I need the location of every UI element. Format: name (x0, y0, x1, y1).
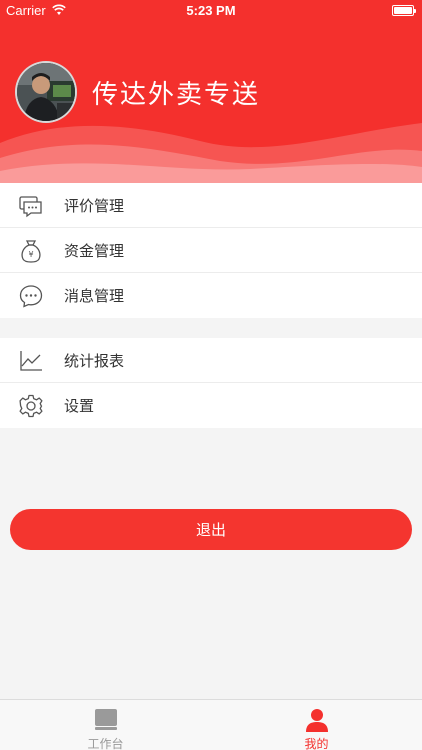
menu-item-label: 消息管理 (64, 287, 125, 305)
menu-item-label: 评价管理 (64, 196, 125, 215)
shop-name: 传达外卖专送 (92, 80, 261, 110)
status-bar: Carrier 5:23 PM (0, 0, 422, 22)
svg-text:¥: ¥ (28, 250, 33, 259)
tab-bar: 工作台 我的 (0, 699, 422, 750)
menu-item-statistics[interactable]: 统计报表 (0, 338, 422, 383)
tab-workbench[interactable]: 工作台 (0, 700, 211, 750)
menu-item-label: 统计报表 (64, 351, 125, 370)
line-chart-icon (20, 351, 42, 371)
status-time: 5:23 PM (186, 3, 236, 18)
gear-icon (19, 394, 43, 418)
message-icon (19, 285, 43, 308)
battery-icon (392, 5, 416, 16)
menu-group-secondary: 统计报表 设置 (0, 338, 422, 428)
menu-group-primary: 评价管理 ¥ 资金管理 消息管理 (0, 183, 422, 318)
person-icon (305, 709, 328, 732)
tab-label: 工作台 (87, 737, 124, 750)
chat-bubbles-icon (19, 196, 42, 218)
menu-item-messages[interactable]: 消息管理 (0, 273, 422, 318)
money-bag-icon: ¥ (21, 240, 41, 263)
logout-button[interactable]: 退出 (10, 509, 412, 550)
menu-item-funds[interactable]: ¥ 资金管理 (0, 228, 422, 273)
workbench-icon (94, 709, 117, 730)
menu-item-label: 设置 (64, 397, 95, 415)
menu-item-reviews[interactable]: 评价管理 (0, 183, 422, 228)
tab-mine[interactable]: 我的 (211, 700, 422, 750)
header-wave-decoration (0, 123, 422, 183)
tab-label: 我的 (304, 737, 329, 750)
profile-header: Carrier 5:23 PM 传达外卖专送 (0, 0, 422, 183)
menu-item-settings[interactable]: 设置 (0, 383, 422, 428)
menu-item-label: 资金管理 (64, 241, 125, 260)
